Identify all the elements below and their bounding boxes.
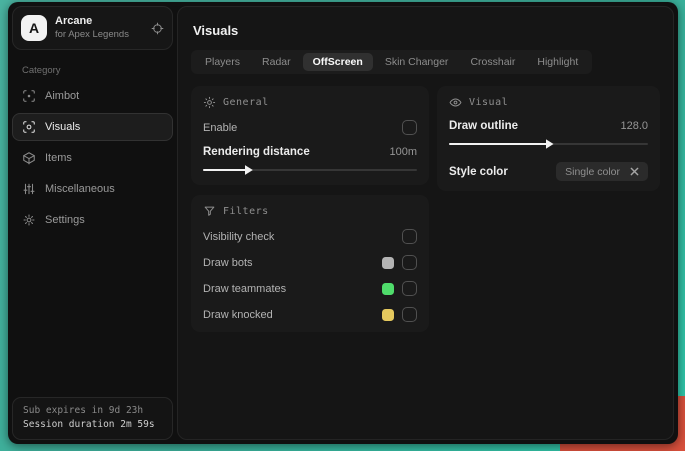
- sidebar-item-label: Settings: [45, 214, 85, 226]
- crosshair-scan-icon: [22, 89, 36, 103]
- tab-players[interactable]: Players: [195, 53, 250, 71]
- filters-panel-title: Filters: [223, 206, 269, 217]
- category-label: Category: [22, 65, 61, 76]
- style-color-row: Style color Single color: [449, 162, 648, 181]
- sidebar-item-miscellaneous[interactable]: Miscellaneous: [12, 175, 173, 203]
- enable-label: Enable: [203, 121, 238, 134]
- draw-teammates-label: Draw teammates: [203, 282, 287, 295]
- draw-knocked-checkbox[interactable]: [402, 307, 417, 322]
- content-column-left: General Enable Rendering distance 100m F…: [191, 86, 429, 332]
- tab-offscreen[interactable]: OffScreen: [302, 53, 373, 71]
- tab-skin-changer[interactable]: Skin Changer: [375, 53, 459, 71]
- enable-checkbox[interactable]: [402, 120, 417, 135]
- visibility-check-label: Visibility check: [203, 230, 275, 243]
- draw-knocked-row: Draw knocked: [203, 307, 417, 322]
- general-panel-title: General: [223, 97, 269, 108]
- brand-card: A Arcane for Apex Legends: [12, 6, 173, 50]
- style-color-select[interactable]: Single color: [556, 162, 648, 181]
- visual-panel: Visual Draw outline 128.0 Style color Si…: [437, 86, 660, 191]
- sidebar-item-label: Visuals: [45, 121, 81, 133]
- scan-eye-icon: [22, 120, 36, 134]
- draw-teammates-checkbox[interactable]: [402, 281, 417, 296]
- sidebar: A Arcane for Apex Legends Category Aimbo…: [8, 2, 177, 444]
- visibility-check-checkbox[interactable]: [402, 229, 417, 244]
- tab-bar: Players Radar OffScreen Skin Changer Cro…: [191, 50, 593, 74]
- draw-knocked-controls: [382, 307, 417, 322]
- rendering-distance-value: 100m: [389, 146, 417, 158]
- draw-teammates-color-swatch[interactable]: [382, 282, 394, 295]
- sidebar-item-items[interactable]: Items: [12, 144, 173, 172]
- gear-icon: [22, 213, 36, 227]
- draw-outline-slider[interactable]: [449, 139, 648, 149]
- general-panel-header: General: [203, 96, 417, 109]
- sidebar-item-settings[interactable]: Settings: [12, 206, 173, 234]
- content-area: General Enable Rendering distance 100m F…: [191, 86, 660, 332]
- page-title: Visuals: [193, 23, 239, 38]
- draw-knocked-label: Draw knocked: [203, 308, 273, 321]
- sliders-icon: [22, 182, 36, 196]
- sidebar-item-label: Items: [45, 152, 72, 164]
- app-window: A Arcane for Apex Legends Category Aimbo…: [8, 2, 678, 444]
- draw-bots-row: Draw bots: [203, 255, 417, 270]
- draw-bots-color-swatch[interactable]: [382, 256, 394, 269]
- sidebar-item-label: Miscellaneous: [45, 183, 115, 195]
- draw-outline-row: Draw outline 128.0: [449, 120, 648, 132]
- tab-radar[interactable]: Radar: [252, 53, 301, 71]
- brand-title: Arcane: [55, 15, 93, 28]
- rendering-distance-row: Rendering distance 100m: [203, 146, 417, 158]
- tab-highlight[interactable]: Highlight: [527, 53, 588, 71]
- style-color-label: Style color: [449, 165, 508, 178]
- style-color-selected-value: Single color: [565, 165, 620, 178]
- app-logo: A: [21, 15, 47, 41]
- rendering-distance-slider[interactable]: [203, 165, 417, 175]
- draw-teammates-row: Draw teammates: [203, 281, 417, 296]
- draw-bots-label: Draw bots: [203, 256, 253, 269]
- filters-panel-header: Filters: [203, 205, 417, 218]
- draw-bots-checkbox[interactable]: [402, 255, 417, 270]
- subscription-card: Sub expires in 9d 23h Session duration 2…: [12, 396, 173, 440]
- enable-row: Enable: [203, 120, 417, 135]
- draw-outline-label: Draw outline: [449, 120, 519, 132]
- sub-expires-text: Sub expires in 9d 23h: [23, 404, 144, 416]
- box-icon: [22, 151, 36, 165]
- sidebar-item-aimbot[interactable]: Aimbot: [12, 82, 173, 110]
- slider-thumb[interactable]: [545, 139, 554, 149]
- main-panel: Visuals Players Radar OffScreen Skin Cha…: [177, 6, 674, 440]
- content-column-right: Visual Draw outline 128.0 Style color Si…: [437, 86, 660, 191]
- brand-subtitle: for Apex Legends: [55, 28, 129, 40]
- funnel-icon: [203, 205, 216, 218]
- sun-icon: [203, 96, 216, 109]
- session-duration-text: Session duration 2m 59s: [23, 419, 155, 431]
- visual-panel-header: Visual: [449, 96, 648, 109]
- draw-knocked-color-swatch[interactable]: [382, 308, 394, 321]
- eye-icon: [449, 96, 462, 109]
- clear-icon[interactable]: [630, 167, 639, 176]
- filters-panel: Filters Visibility check Draw bots Draw …: [191, 195, 429, 332]
- sidebar-nav: Aimbot Visuals Items Miscellaneous Setti…: [12, 82, 173, 234]
- visibility-check-row: Visibility check: [203, 229, 417, 244]
- sidebar-item-visuals[interactable]: Visuals: [12, 113, 173, 141]
- visual-panel-title: Visual: [469, 97, 509, 108]
- target-icon[interactable]: [151, 22, 164, 35]
- slider-fill: [203, 169, 246, 171]
- draw-teammates-controls: [382, 281, 417, 296]
- draw-outline-value: 128.0: [620, 120, 648, 132]
- sidebar-item-label: Aimbot: [45, 90, 80, 102]
- tab-crosshair[interactable]: Crosshair: [460, 53, 525, 71]
- rendering-distance-label: Rendering distance: [203, 146, 310, 158]
- brand-text: Arcane for Apex Legends: [55, 15, 143, 41]
- general-panel: General Enable Rendering distance 100m: [191, 86, 429, 185]
- draw-bots-controls: [382, 255, 417, 270]
- slider-fill: [449, 143, 547, 145]
- slider-thumb[interactable]: [244, 165, 253, 175]
